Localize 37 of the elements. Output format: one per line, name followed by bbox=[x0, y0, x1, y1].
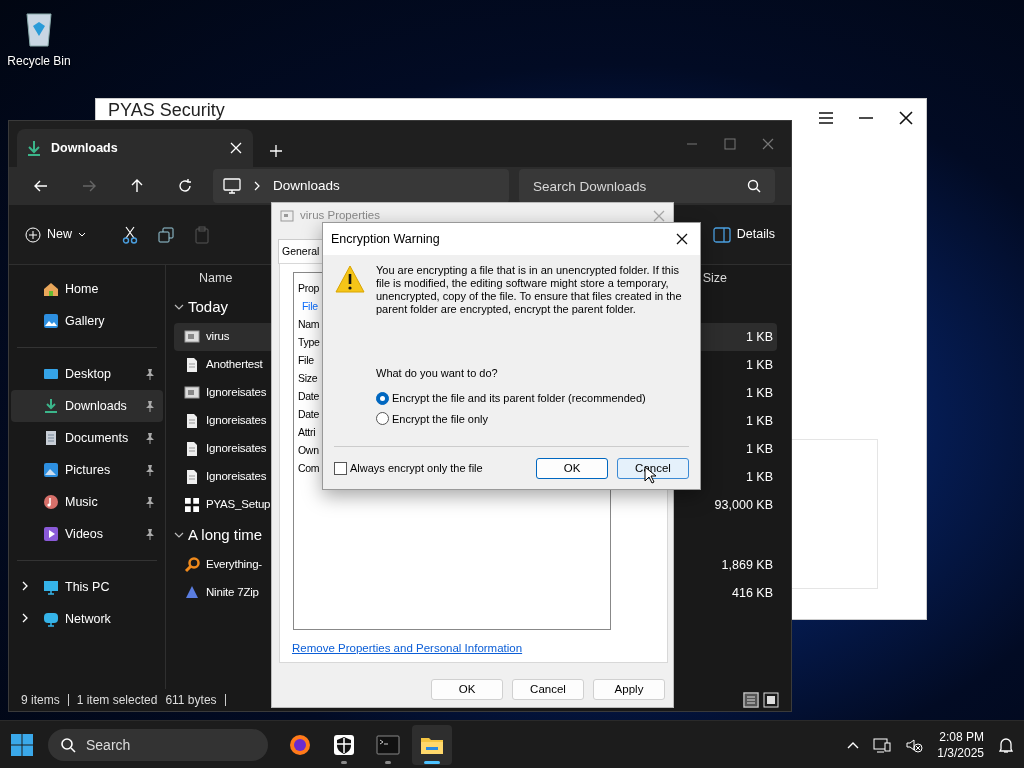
status-text: 611 bytes bbox=[165, 692, 217, 709]
file-size: 1 KB bbox=[745, 440, 774, 458]
warning-message: You are encrypting a file that is in an unencrypted folder. If this file is modified, the editing software might store a temporary, unencrypted, copy of the file. To ensure that files created in the parent folder are encrypted, encrypt the parent folder. bbox=[376, 264, 683, 316]
file-size: 1 KB bbox=[745, 328, 774, 346]
field-label: Own bbox=[298, 443, 319, 458]
section-header: Prop bbox=[298, 281, 319, 296]
file-size: 1 KB bbox=[745, 412, 774, 430]
field-label: Date bbox=[298, 389, 319, 404]
file-size: 1,869 KB bbox=[721, 556, 774, 574]
file-name: PYAS_Setup bbox=[206, 497, 271, 513]
section-header: File bbox=[301, 299, 318, 314]
file-size: 93,000 KB bbox=[714, 496, 774, 514]
file-name: Ninite 7Zip bbox=[206, 585, 259, 601]
file-name: Ignoreisates bbox=[206, 413, 267, 429]
file-size: 1 KB bbox=[745, 384, 774, 402]
file-name: virus bbox=[206, 329, 230, 345]
field-label: Nam bbox=[298, 317, 320, 332]
dialog-title: virus Properties bbox=[300, 208, 380, 224]
file-name: Everything- bbox=[206, 557, 262, 573]
file-name: Ignoreisates bbox=[206, 385, 267, 401]
status-text: 1 item selected bbox=[76, 692, 158, 709]
file-size: 1 KB bbox=[745, 468, 774, 486]
field-label: File bbox=[298, 353, 314, 368]
file-name: Anothertest bbox=[206, 357, 263, 373]
file-name: Ignoreisates bbox=[206, 469, 267, 485]
question-text: What do you want to do? bbox=[376, 366, 498, 381]
field-label: Type bbox=[298, 335, 320, 350]
file-name: Ignoreisates bbox=[206, 441, 267, 457]
dialog-title: Encryption Warning bbox=[331, 230, 440, 248]
field-label: Com bbox=[298, 461, 320, 476]
file-size: 1 KB bbox=[745, 356, 774, 374]
file-size: 416 KB bbox=[732, 584, 774, 602]
field-label: Date bbox=[298, 407, 319, 422]
field-label: Attri bbox=[298, 425, 316, 440]
field-label: Size bbox=[298, 371, 318, 386]
window-title: PYAS Security bbox=[107, 99, 226, 121]
status-text: 9 items bbox=[21, 692, 60, 709]
